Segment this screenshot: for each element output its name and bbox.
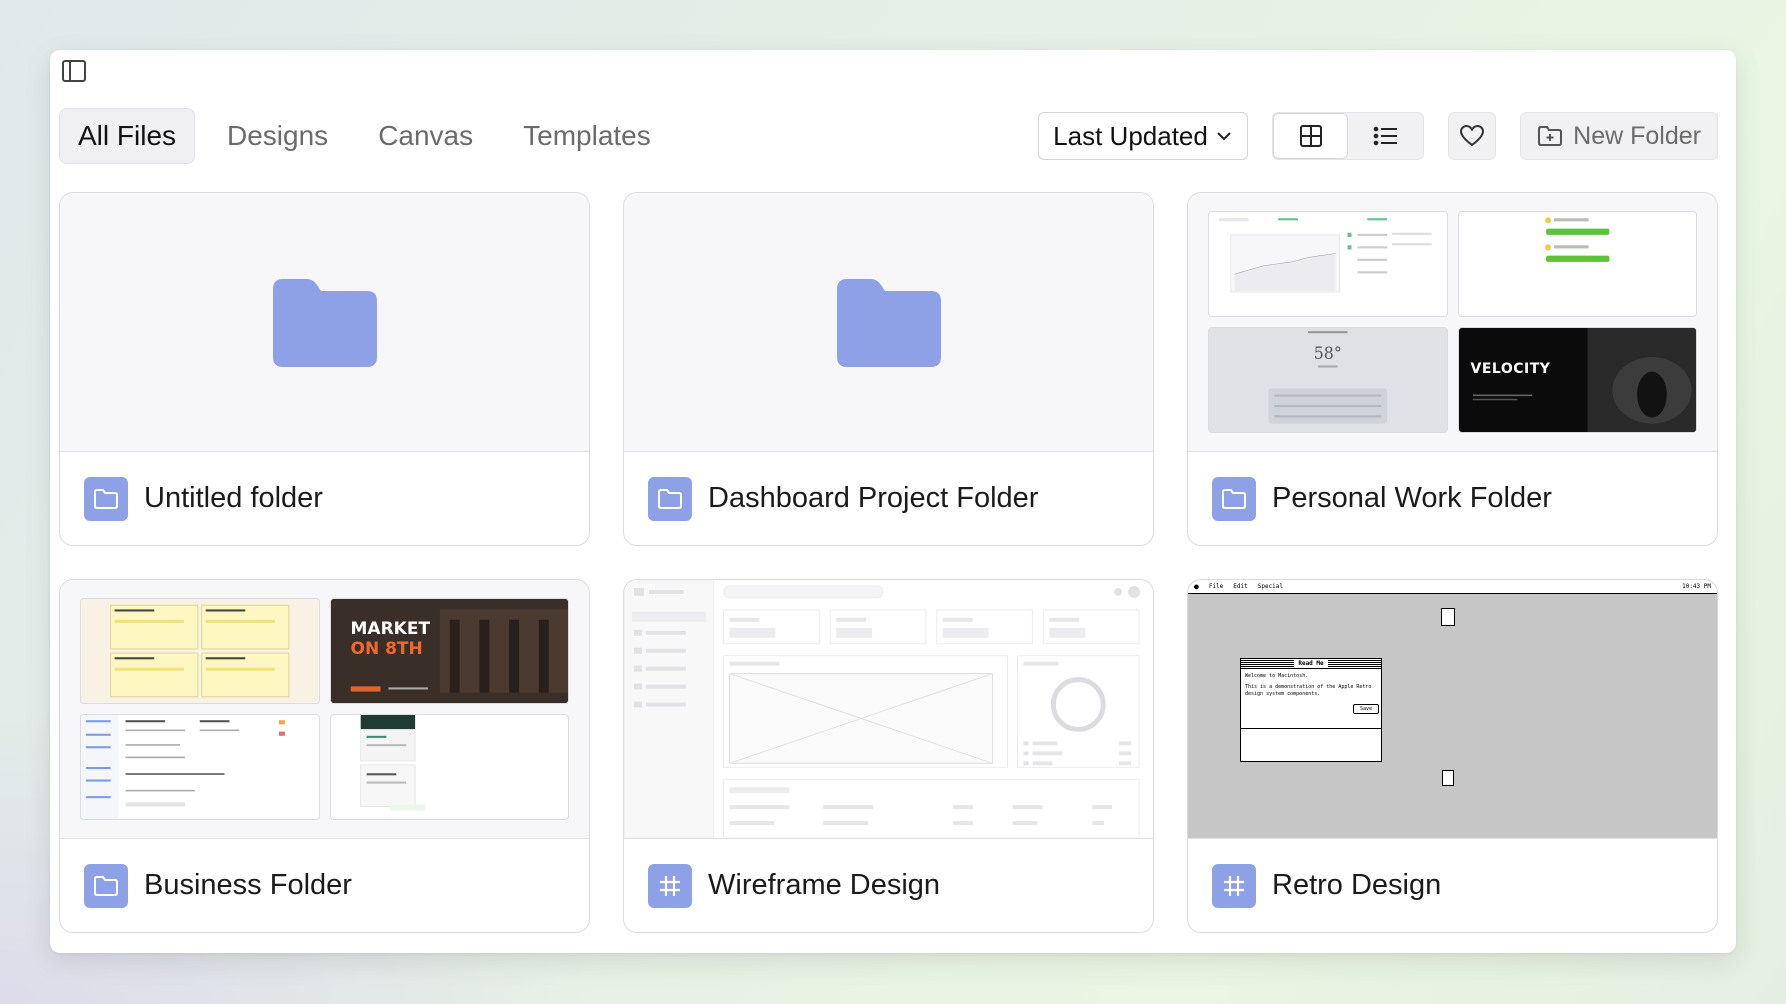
retro-menu-edit: Edit <box>1233 583 1248 590</box>
card-type-badge <box>648 863 692 908</box>
folder-icon <box>94 488 118 509</box>
thumbnail-chart-dashboard <box>1208 211 1448 317</box>
card-type-badge <box>648 476 692 521</box>
card-type-badge <box>1212 476 1256 521</box>
card-preview: MARKET ON 8TH <box>60 580 589 839</box>
card-footer: Dashboard Project Folder <box>624 452 1153 545</box>
tab-templates[interactable]: Templates <box>505 108 669 164</box>
retro-text-2: This is a demonstration of the Apple Ret… <box>1245 684 1372 690</box>
retro-menubar: ● File Edit Special 10:43 PM <box>1188 580 1717 594</box>
folder-plus-icon <box>1538 126 1563 146</box>
sort-dropdown-label: Last Updated <box>1053 120 1208 151</box>
card-preview <box>624 193 1153 452</box>
file-card-wireframe-design[interactable]: Wireframe Design <box>623 579 1154 933</box>
thumbnail-grid: 58° VELOCITY <box>1208 211 1697 433</box>
folder-icon <box>94 875 118 896</box>
folder-icon <box>1222 488 1246 509</box>
card-preview <box>624 580 1153 839</box>
retro-menu-special: Special <box>1257 583 1284 590</box>
weather-temperature: 58° <box>1314 344 1342 363</box>
card-footer: Retro Design <box>1188 839 1717 932</box>
file-grid: Untitled folder Dashboard Project Folder <box>59 192 1718 933</box>
retro-window-body: Welcome to Macintosh. This is a demonstr… <box>1241 669 1381 729</box>
retro-window-title: Read Me <box>1294 660 1328 667</box>
file-browser-window: All Files Designs Canvas Templates Last … <box>50 50 1736 953</box>
card-type-badge <box>1212 863 1256 908</box>
sort-dropdown[interactable]: Last Updated <box>1038 112 1249 160</box>
retro-trash-icon <box>1442 770 1454 786</box>
sidebar-icon <box>62 60 86 82</box>
card-title: Personal Work Folder <box>1272 482 1552 514</box>
tab-all-files[interactable]: All Files <box>59 108 196 164</box>
card-preview: 58° VELOCITY <box>1188 193 1717 452</box>
grid-icon <box>1299 125 1322 147</box>
card-title: Wireframe Design <box>708 869 941 901</box>
list-view-button[interactable] <box>1348 113 1423 159</box>
market-line-2: ON 8TH <box>350 639 423 659</box>
folder-icon <box>272 279 377 367</box>
retro-save-button: Save <box>1353 704 1379 714</box>
card-title: Untitled folder <box>144 482 323 514</box>
velocity-title: VELOCITY <box>1470 361 1551 377</box>
retro-window-titlebar: Read Me <box>1241 659 1381 669</box>
card-type-badge <box>84 863 128 908</box>
thumbnail-mobile <box>329 714 569 820</box>
retro-desktop-icon <box>1441 608 1455 626</box>
card-preview: ● File Edit Special 10:43 PM Read Me Wel… <box>1188 580 1717 839</box>
file-card-personal-work-folder[interactable]: 58° VELOCITY Personal Work Folder <box>1187 192 1718 546</box>
heart-icon <box>1460 124 1485 147</box>
card-title: Business Folder <box>144 869 352 901</box>
new-folder-label: New Folder <box>1573 121 1701 150</box>
card-footer: Business Folder <box>60 839 589 932</box>
file-card-untitled-folder[interactable]: Untitled folder <box>59 192 590 546</box>
thumbnail-grid: MARKET ON 8TH <box>80 598 569 820</box>
folder-icon <box>836 279 941 367</box>
hash-icon <box>1224 875 1244 896</box>
thumbnail-list-doc <box>80 714 320 820</box>
card-footer: Wireframe Design <box>624 839 1153 932</box>
grid-view-button[interactable] <box>1273 113 1349 159</box>
tab-bar: All Files Designs Canvas Templates <box>59 108 669 164</box>
card-title: Dashboard Project Folder <box>708 482 1039 514</box>
card-title: Retro Design <box>1272 869 1442 901</box>
card-footer: Personal Work Folder <box>1188 452 1717 545</box>
retro-menu-file: File <box>1208 583 1224 590</box>
retro-clock: 10:43 PM <box>1682 583 1711 590</box>
apple-icon: ● <box>1194 582 1199 591</box>
tab-designs[interactable]: Designs <box>209 108 346 164</box>
retro-text-1: Welcome to Macintosh. <box>1245 673 1309 679</box>
retro-window: Read Me Welcome to Macintosh. This is a … <box>1240 658 1382 762</box>
hash-icon <box>660 875 680 896</box>
card-footer: Untitled folder <box>60 452 589 545</box>
market-line-1: MARKET <box>350 619 431 639</box>
view-mode-toggle <box>1272 112 1425 160</box>
thumbnail-weather: 58° <box>1208 327 1448 433</box>
favorites-button[interactable] <box>1448 112 1497 160</box>
tab-canvas[interactable]: Canvas <box>360 108 491 164</box>
card-type-badge <box>84 476 128 521</box>
thumbnail-notifications <box>1457 211 1697 317</box>
chevron-down-icon <box>1217 132 1231 141</box>
retro-text-3: design system components. <box>1245 691 1321 697</box>
folder-icon <box>658 488 682 509</box>
toolbar: All Files Designs Canvas Templates Last … <box>59 108 1718 164</box>
wireframe-preview-image <box>624 580 1153 838</box>
thumbnail-velocity: VELOCITY <box>1457 327 1697 433</box>
sidebar-toggle-button[interactable] <box>60 57 88 85</box>
card-preview <box>60 193 589 452</box>
thumbnail-market: MARKET ON 8TH <box>329 598 569 704</box>
thumbnail-kanban <box>80 598 320 704</box>
file-card-business-folder[interactable]: MARKET ON 8TH Business Folder <box>59 579 590 933</box>
market-headline: MARKET ON 8TH <box>351 619 431 659</box>
list-icon <box>1373 126 1397 146</box>
file-card-retro-design[interactable]: ● File Edit Special 10:43 PM Read Me Wel… <box>1187 579 1718 933</box>
file-card-dashboard-project-folder[interactable]: Dashboard Project Folder <box>623 192 1154 546</box>
new-folder-button[interactable]: New Folder <box>1520 112 1718 160</box>
